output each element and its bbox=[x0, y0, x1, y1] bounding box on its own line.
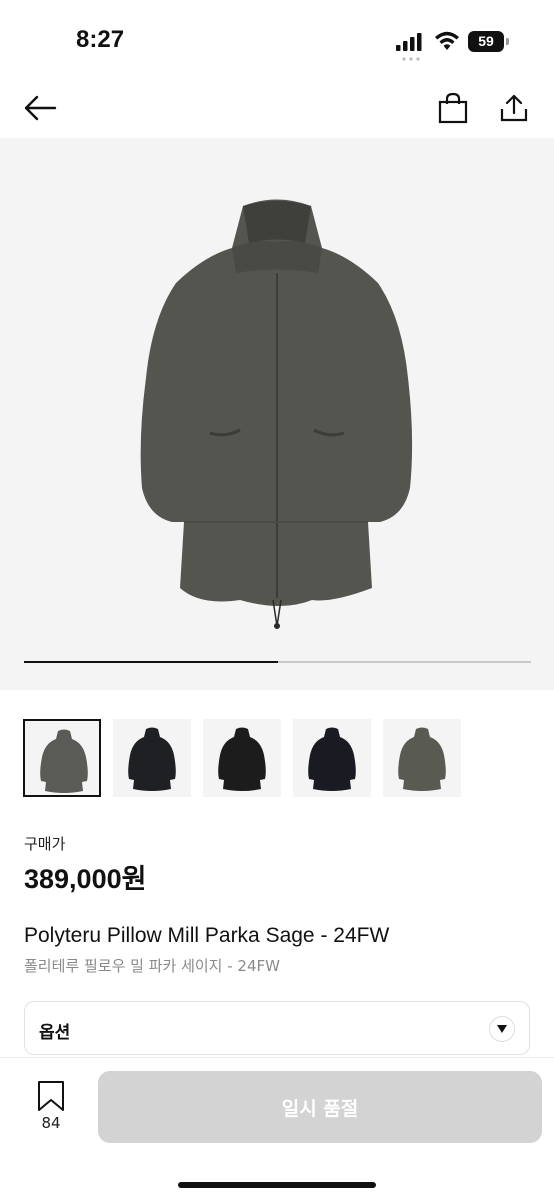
dropdown-arrow-icon bbox=[489, 1016, 515, 1042]
parka-thumbnail-image bbox=[398, 727, 446, 791]
thumbnail-2[interactable] bbox=[113, 719, 191, 797]
battery-tip bbox=[506, 38, 509, 45]
cellular-signal-icon bbox=[396, 33, 422, 51]
option-label: 옵션 bbox=[39, 1023, 71, 1043]
battery-level: 59 bbox=[468, 31, 504, 52]
bookmark-count: 84 bbox=[41, 1114, 61, 1132]
thumbnail-5[interactable] bbox=[383, 719, 461, 797]
share-icon bbox=[500, 94, 528, 122]
status-bar: 8:27 59 bbox=[0, 0, 554, 80]
back-button[interactable] bbox=[20, 90, 60, 126]
product-price: 389,000원 bbox=[24, 864, 147, 894]
status-time: 8:27 bbox=[76, 26, 125, 53]
bottom-action-bar: 84 일시 품절 bbox=[0, 1057, 554, 1201]
bookmark-button[interactable]: 84 bbox=[30, 1080, 72, 1136]
thumbnail-strip bbox=[23, 719, 533, 799]
wifi-icon bbox=[435, 31, 459, 50]
carousel-progress bbox=[24, 661, 531, 663]
product-subtitle: 폴리테루 필로우 밀 파카 세이지 - 24FW bbox=[24, 957, 280, 975]
thumbnail-1[interactable] bbox=[23, 719, 101, 797]
battery-indicator: 59 bbox=[468, 31, 510, 52]
price-label: 구매가 bbox=[24, 835, 66, 853]
navigation-bar bbox=[0, 80, 554, 136]
share-button[interactable] bbox=[494, 88, 534, 128]
product-image-carousel[interactable] bbox=[0, 138, 554, 690]
dots-indicator-icon bbox=[402, 57, 420, 61]
parka-thumbnail-image bbox=[308, 727, 356, 791]
product-parka-image bbox=[140, 199, 413, 629]
shopping-bag-icon bbox=[438, 92, 468, 124]
parka-thumbnail-image bbox=[40, 729, 88, 793]
parka-thumbnail-image bbox=[218, 727, 266, 791]
shopping-bag-button[interactable] bbox=[434, 88, 472, 128]
arrow-left-icon bbox=[24, 95, 57, 121]
parka-thumbnail-image bbox=[128, 727, 176, 791]
carousel-progress-fill bbox=[24, 661, 278, 663]
option-select[interactable]: 옵션 bbox=[24, 1001, 530, 1055]
home-indicator bbox=[178, 1182, 376, 1188]
product-title: Polyteru Pillow Mill Parka Sage - 24FW bbox=[24, 924, 390, 947]
bookmark-icon bbox=[38, 1081, 64, 1111]
sold-out-button[interactable]: 일시 품절 bbox=[98, 1071, 542, 1143]
thumbnail-4[interactable] bbox=[293, 719, 371, 797]
thumbnail-3[interactable] bbox=[203, 719, 281, 797]
